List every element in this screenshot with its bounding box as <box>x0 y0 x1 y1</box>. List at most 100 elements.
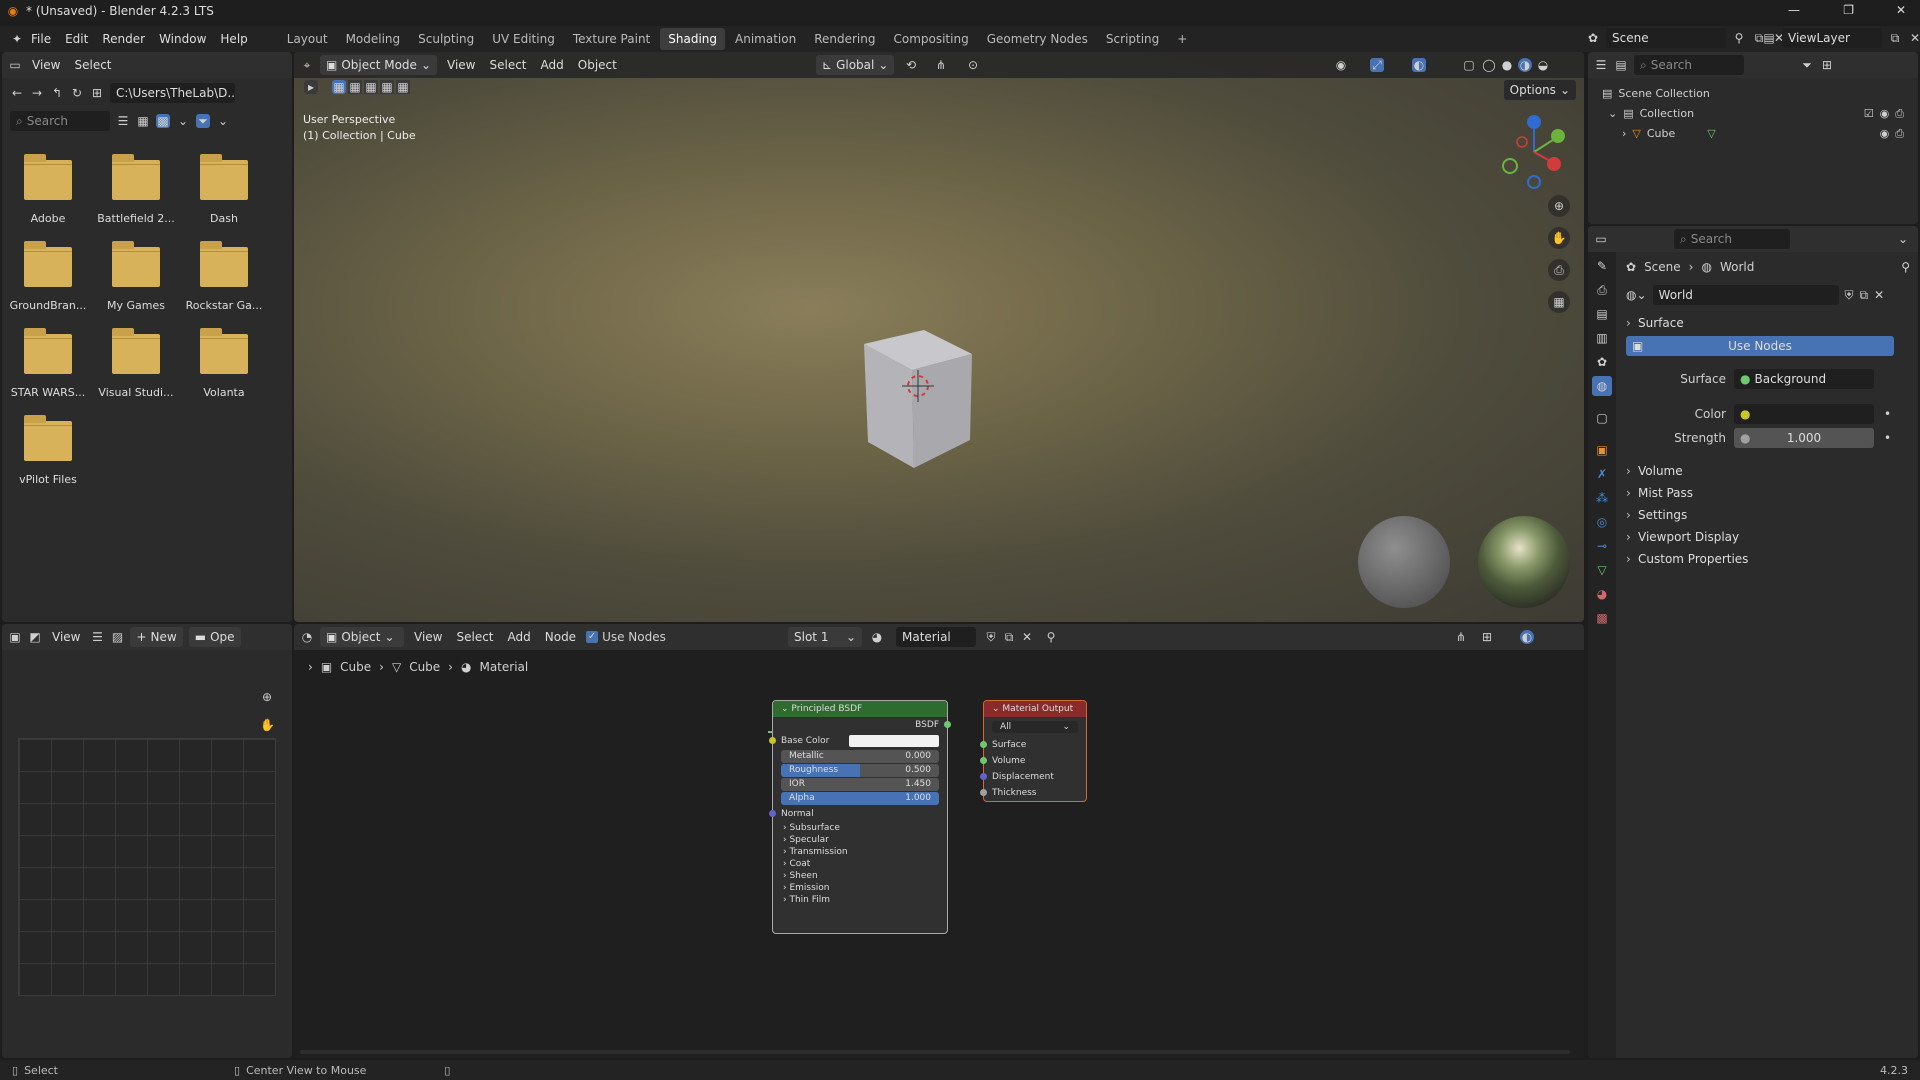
editor-type-icon[interactable]: ⌖ <box>300 58 314 72</box>
open-image-button[interactable]: ▬ Ope <box>188 627 241 647</box>
list-view-icon[interactable]: ☰ <box>116 114 130 128</box>
collection-row[interactable]: ⌄ ▤ Collection ☑ ◉ ⎙ <box>1602 104 1904 124</box>
tab-animation[interactable]: Animation <box>727 28 804 50</box>
minimize-button[interactable]: — <box>1788 3 1800 17</box>
image-mode-icon[interactable]: ◩ <box>28 630 42 644</box>
camera-icon[interactable]: ⎙ <box>1895 124 1904 144</box>
bsdf-output-socket[interactable] <box>944 721 951 728</box>
editor-type-icon[interactable]: ◔ <box>300 630 314 644</box>
thumbnail-view-icon[interactable]: ▩ <box>156 114 170 128</box>
options-dropdown[interactable]: Options ⌄ <box>1503 80 1576 100</box>
new-image-button[interactable]: + New <box>130 627 183 647</box>
node-node-menu[interactable]: Node <box>541 630 580 644</box>
object-mode-dropdown[interactable]: ▣ Object Mode ⌄ <box>320 55 437 75</box>
section-specular[interactable]: › Specular <box>783 834 947 846</box>
viewport-display-section-header[interactable]: Viewport Display <box>1618 526 1916 548</box>
uv-grid[interactable] <box>18 738 276 996</box>
collection-tab-icon[interactable]: ▢ <box>1592 408 1612 428</box>
output-node-header[interactable]: ⌄ Material Output <box>984 701 1086 717</box>
select-extend-icon[interactable]: ▦ <box>348 80 362 94</box>
render-tab-icon[interactable]: ⎙ <box>1592 280 1612 300</box>
folder-item[interactable]: My Games <box>96 241 176 312</box>
tab-modeling[interactable]: Modeling <box>338 28 409 50</box>
tab-compositing[interactable]: Compositing <box>885 28 976 50</box>
volume-socket[interactable] <box>980 757 987 764</box>
keyframe-dot-icon[interactable]: • <box>1884 407 1891 421</box>
editor-type-icon[interactable]: ☰ <box>1594 58 1608 72</box>
tab-layout[interactable]: Layout <box>279 28 336 50</box>
viewport-object-menu[interactable]: Object <box>574 58 621 72</box>
normal-socket[interactable] <box>769 810 776 817</box>
gizmo-icon[interactable]: ⤢ <box>1370 58 1384 72</box>
folder-item[interactable]: STAR WARS... <box>8 328 88 399</box>
select-tool-icon[interactable]: ▸ <box>304 80 318 94</box>
tab-rendering[interactable]: Rendering <box>806 28 883 50</box>
output-target-dropdown[interactable]: All ⌄ <box>992 721 1078 733</box>
editor-type-icon[interactable]: ▣ <box>8 630 22 644</box>
rendered-shading-icon[interactable]: ◒ <box>1536 58 1550 72</box>
thickness-socket[interactable] <box>980 789 987 796</box>
principled-bsdf-node[interactable]: ⌄ Principled BSDF BSDF Base Color Metall… <box>769 700 951 934</box>
surface-socket[interactable] <box>980 741 987 748</box>
view-layer-tab-icon[interactable]: ▥ <box>1592 328 1612 348</box>
file-browser-select-menu[interactable]: Select <box>70 58 115 72</box>
outliner-search-input[interactable]: ⌕ Search <box>1634 55 1744 75</box>
chevron-down-icon[interactable]: ⌄ <box>1896 232 1910 246</box>
material-browse-icon[interactable]: ◕ <box>870 630 884 644</box>
breadcrumb-mesh[interactable]: Cube <box>409 660 440 674</box>
x-axis-icon[interactable] <box>1547 157 1561 171</box>
scene-tab-icon[interactable]: ✿ <box>1592 352 1612 372</box>
unlink-icon[interactable]: ✕ <box>1874 288 1884 302</box>
checkbox-checked-icon[interactable]: ☑ <box>1864 104 1874 124</box>
surface-section-header[interactable]: Surface <box>1618 312 1916 334</box>
editor-type-icon[interactable]: ▭ <box>8 58 22 72</box>
parent-directory-icon[interactable]: ↰ <box>50 86 64 100</box>
viewport-select-menu[interactable]: Select <box>485 58 530 72</box>
scene-collection-row[interactable]: ▤ Scene Collection <box>1602 84 1904 104</box>
section-subsurface[interactable]: › Subsurface <box>783 822 947 834</box>
tab-sculpting[interactable]: Sculpting <box>410 28 482 50</box>
node-select-menu[interactable]: Select <box>452 630 497 644</box>
select-invert-icon[interactable]: ▦ <box>380 80 394 94</box>
section-emission[interactable]: › Emission <box>783 882 947 894</box>
folder-item[interactable]: Volanta <box>184 328 264 399</box>
tab-scripting[interactable]: Scripting <box>1098 28 1167 50</box>
blender-menu-icon[interactable]: ✦ <box>10 32 24 46</box>
select-new-icon[interactable]: ▦ <box>332 80 346 94</box>
pan-hand-icon[interactable]: ✋ <box>1548 227 1570 249</box>
base-color-swatch[interactable] <box>849 735 939 747</box>
tab-geometry-nodes[interactable]: Geometry Nodes <box>979 28 1096 50</box>
select-intersect-icon[interactable]: ▦ <box>396 80 410 94</box>
wireframe-shading-icon[interactable]: ◯ <box>1482 58 1496 72</box>
world-name-field[interactable]: World <box>1652 285 1839 305</box>
ortho-toggle-icon[interactable]: ▦ <box>1548 291 1570 313</box>
section-transmission[interactable]: › Transmission <box>783 846 947 858</box>
keyframe-dot-icon[interactable]: • <box>1884 431 1891 445</box>
new-view-layer-icon[interactable]: ⧉ <box>1888 31 1902 45</box>
use-nodes-button[interactable]: ▣ Use Nodes <box>1626 336 1894 356</box>
material-slot-dropdown[interactable]: Slot 1 ⌄ <box>788 627 862 647</box>
viewport-view-menu[interactable]: View <box>443 58 479 72</box>
alpha-field[interactable]: Alpha 1.000 <box>781 792 939 805</box>
ior-field[interactable]: IOR 1.450 <box>781 778 939 791</box>
eye-icon[interactable]: ◉ <box>1880 104 1890 124</box>
tab-uv-editing[interactable]: UV Editing <box>484 28 563 50</box>
metallic-field[interactable]: Metallic 0.000 <box>781 750 939 763</box>
particles-tab-icon[interactable]: ⁂ <box>1592 488 1612 508</box>
material-tab-icon[interactable]: ◕ <box>1592 584 1612 604</box>
fake-user-icon[interactable]: ⛨ <box>984 630 998 644</box>
delete-view-layer-icon[interactable]: ✕ <box>1908 31 1920 45</box>
maximize-button[interactable]: ❐ <box>1843 3 1854 17</box>
zoom-icon[interactable]: ⊕ <box>1548 195 1570 217</box>
output-tab-icon[interactable]: ▤ <box>1592 304 1612 324</box>
xray-icon[interactable]: ▢ <box>1462 58 1476 72</box>
shader-type-dropdown[interactable]: ▣ Object ⌄ <box>320 627 404 647</box>
duplicate-material-icon[interactable]: ⧉ <box>1002 630 1016 644</box>
chevron-down-icon[interactable]: ⌄ <box>176 114 190 128</box>
section-thin-film[interactable]: › Thin Film <box>783 894 947 906</box>
cube-row[interactable]: › ▽ Cube ▽ ◉ ⎙ <box>1602 124 1904 144</box>
pin-icon[interactable]: ⚲ <box>1732 31 1746 45</box>
menu-help[interactable]: Help <box>213 28 254 50</box>
volume-section-header[interactable]: Volume <box>1618 460 1916 482</box>
y-axis-icon[interactable] <box>1551 129 1565 143</box>
